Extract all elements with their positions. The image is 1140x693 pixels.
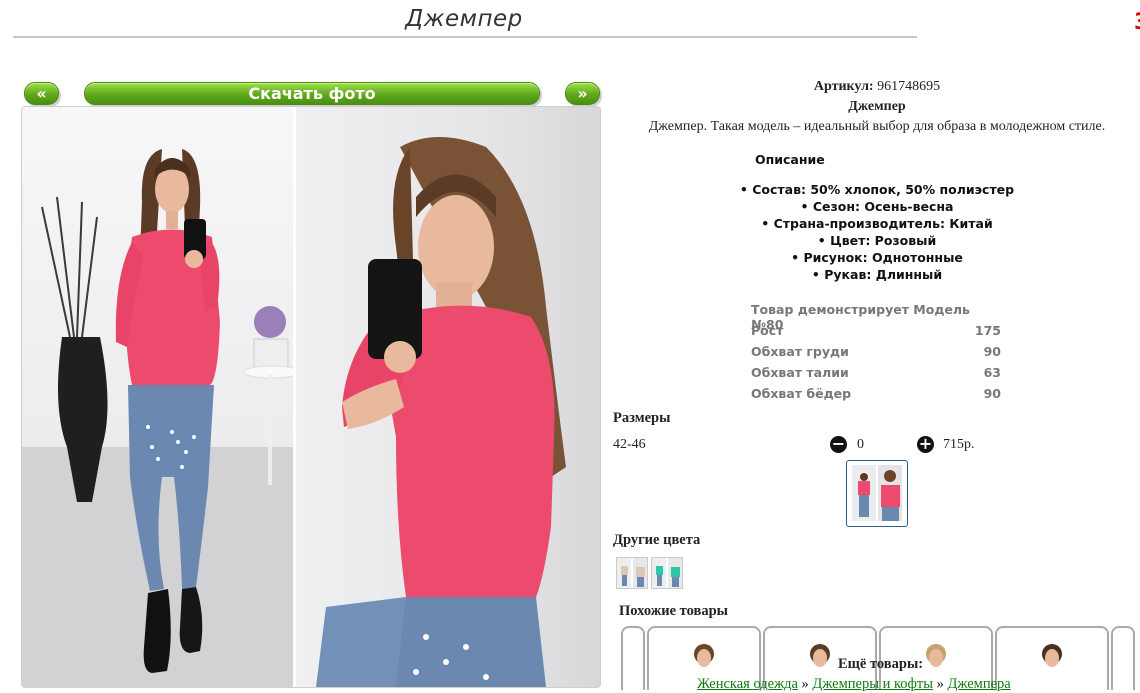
model-row-label: Обхват груди [751, 344, 849, 359]
corner-red-mark: 3 [1134, 10, 1140, 34]
photo-full-length-view [22, 107, 293, 687]
other-colors-heading: Другие цвета [613, 532, 701, 548]
breadcrumb-separator: » [801, 676, 809, 692]
title-divider [13, 36, 917, 38]
similar-next-card[interactable] [1111, 626, 1135, 690]
attribute-composition: • Состав: 50% хлопок, 50% полиэстер [739, 182, 1015, 197]
attribute-country: • Страна-производитель: Китай [761, 216, 993, 231]
breadcrumb-jumpers[interactable]: Джемпера [947, 676, 1010, 692]
next-photo-button[interactable]: » [565, 82, 600, 105]
page-title: Джемпер [405, 6, 523, 32]
similar-products-heading: Похожие товары [619, 603, 728, 619]
similar-product-card[interactable] [995, 626, 1109, 690]
sku-line: Артикул: 961748695 [607, 79, 1140, 95]
model-row-waist: Обхват талии 63 [751, 365, 1001, 380]
model-row-value: 175 [974, 323, 1001, 338]
attribute-pattern: • Рисунок: Однотонные [791, 250, 963, 265]
price: 715р. [943, 437, 975, 452]
photo-thumbnail[interactable] [846, 460, 908, 527]
breadcrumb-jumpers-cardigans[interactable]: Джемперы и кофты [812, 676, 933, 692]
product-short-description: Джемпер. Такая модель – идеальный выбор … [648, 119, 1106, 134]
attribute-color: • Цвет: Розовый [817, 233, 937, 248]
attribute-sleeve: • Рукав: Длинный [811, 267, 943, 282]
model-row-label: Обхват талии [751, 365, 849, 380]
color-swatch-beige[interactable] [616, 557, 648, 589]
model-row-label: Рост [751, 323, 784, 338]
breadcrumb-separator: » [936, 676, 944, 692]
description-heading: Описание [755, 152, 825, 167]
sizes-heading: Размеры [613, 410, 671, 426]
model-row-value: 90 [983, 386, 1001, 401]
model-row-bust: Обхват груди 90 [751, 344, 1001, 359]
breadcrumb-women-clothing[interactable]: Женская одежда [697, 676, 798, 692]
photo-close-up-view [296, 107, 600, 687]
model-row-hips: Обхват бёдер 90 [751, 386, 1001, 401]
sku-value: 961748695 [877, 79, 941, 94]
sku-label: Артикул: [813, 79, 874, 94]
prev-photo-button[interactable]: « [24, 82, 59, 105]
model-row-label: Обхват бёдер [751, 386, 852, 401]
product-name: Джемпер [848, 99, 906, 114]
similar-prev-card[interactable] [621, 626, 645, 690]
quantity-value: 0 [857, 437, 864, 452]
model-row-value: 63 [983, 365, 1001, 380]
size-range: 42-46 [613, 437, 646, 452]
attribute-season: • Сезон: Осень-весна [800, 199, 954, 214]
breadcrumb: Женская одежда » Джемперы и кофты » Джем… [697, 676, 1011, 693]
model-row-height: Рост 175 [751, 323, 1001, 338]
plus-circle-icon[interactable]: + [917, 436, 934, 453]
color-swatch-teal[interactable] [651, 557, 683, 589]
download-photo-button[interactable]: Скачать фото [84, 82, 540, 105]
model-row-value: 90 [983, 344, 1001, 359]
more-goods-label: Ещё товары: [838, 656, 924, 672]
product-photo[interactable] [21, 106, 601, 688]
minus-circle-icon[interactable]: − [830, 436, 847, 453]
